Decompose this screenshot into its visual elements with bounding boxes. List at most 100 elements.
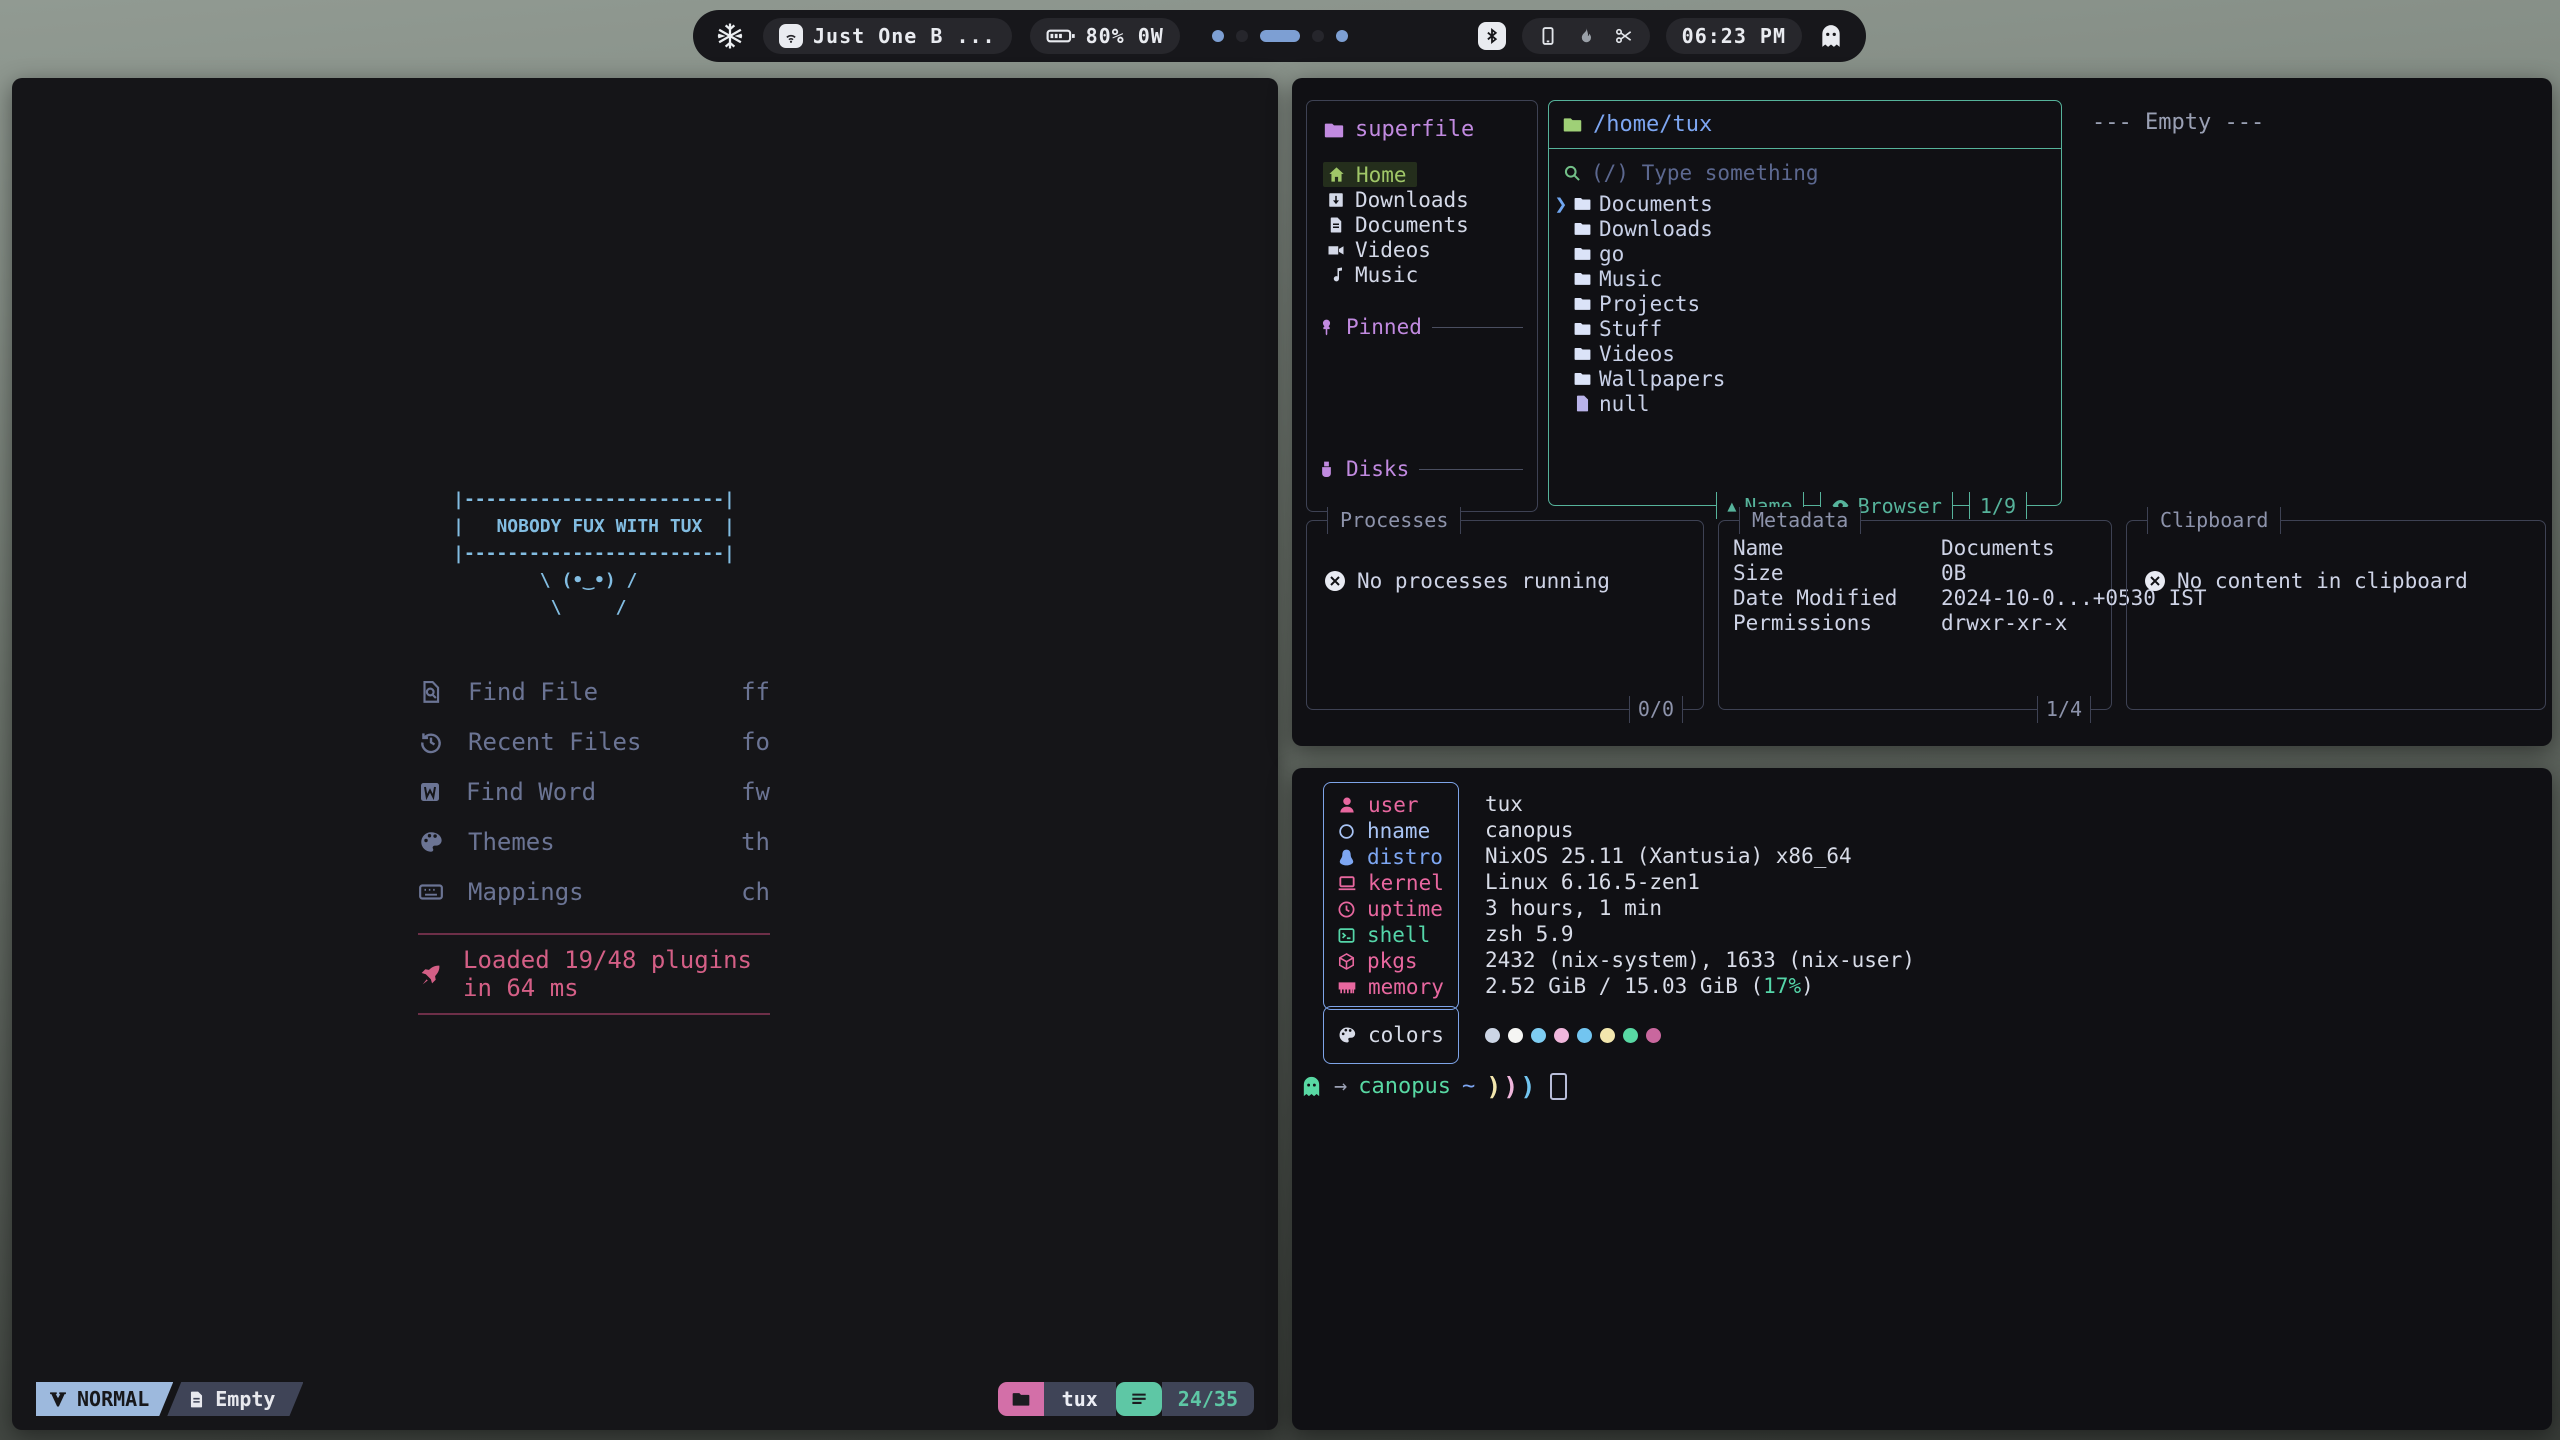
shell-prompt[interactable]: → canopus ~ ) ) ) (1300, 1072, 1567, 1101)
sidebar-item-home[interactable]: Home (1323, 162, 1417, 187)
file-row[interactable]: ❯ Music (1549, 266, 2061, 291)
nixos-logo-icon[interactable] (715, 21, 745, 51)
pinned-section-header: Pinned (1317, 315, 1523, 339)
search-bar[interactable]: (/) Type something (1549, 149, 2061, 191)
sidebar-item-downloads[interactable]: Downloads (1323, 187, 1479, 212)
file-name: null (1599, 392, 1650, 416)
file-row[interactable]: ❯ Downloads (1549, 216, 2061, 241)
file-row[interactable]: ❯ Videos (1549, 341, 2061, 366)
menu-item-recent-files[interactable]: Recent Files fo (418, 717, 770, 767)
terminal-color-palette (1485, 1028, 1661, 1043)
palette-icon (1337, 1025, 1357, 1045)
find-file-icon (418, 679, 444, 705)
menu-item-find-file[interactable]: Find File ff (418, 667, 770, 717)
clipboard-panel: Clipboard No content in clipboard (2126, 520, 2546, 710)
file-row[interactable]: ❯ Stuff (1549, 316, 2061, 341)
prompt-chevron: ) (1486, 1072, 1501, 1101)
folder-icon (1573, 294, 1592, 313)
lines-icon (1116, 1382, 1162, 1416)
file-icon (187, 1390, 206, 1409)
file-row[interactable]: ❯ Projects (1549, 291, 2061, 316)
fetch-value: NixOS 25.11 (Xantusia) x86_64 (1485, 843, 1915, 869)
ghost-icon[interactable] (1818, 23, 1844, 49)
menu-item-themes[interactable]: Themes th (418, 817, 770, 867)
palette-dot (1531, 1028, 1546, 1043)
menu-label: Find Word (466, 778, 596, 806)
sidebar-item-documents[interactable]: Documents (1323, 212, 1479, 237)
file-name: Downloads (1599, 217, 1713, 241)
media-widget[interactable]: Just One B ... (763, 18, 1012, 54)
menu-shortcut: ch (741, 878, 770, 906)
file-row[interactable]: ❯ Documents (1549, 191, 2061, 216)
prompt-hostname: canopus (1358, 1074, 1451, 1099)
menu-label: Mappings (468, 878, 584, 906)
terminal-cursor (1550, 1073, 1567, 1100)
menu-label: Themes (468, 828, 555, 856)
mappings-icon (418, 879, 444, 905)
statusline-file: Empty (167, 1382, 303, 1416)
sidebar-item-music[interactable]: Music (1323, 262, 1428, 287)
palette-dot (1600, 1028, 1615, 1043)
music-note-icon (1327, 266, 1345, 284)
sort-arrow-icon: ▲ (1727, 497, 1736, 515)
menu-item-mappings[interactable]: Mappings ch (418, 867, 770, 917)
statusline-left: NORMAL Empty (36, 1382, 303, 1416)
folder-icon (1573, 194, 1592, 213)
clipboard-empty-message: No content in clipboard (2177, 569, 2468, 593)
metadata-row: Date Modified 2024-10-0...+0530 IST (1733, 585, 2097, 610)
file-row[interactable]: ❯ go (1549, 241, 2061, 266)
folder-icon (1573, 319, 1592, 338)
fetch-row-uptime: uptime (1324, 896, 1458, 922)
metadata-label: Permissions (1733, 611, 1941, 635)
pin-icon (1317, 318, 1336, 337)
fetch-row-pkgs: pkgs (1324, 948, 1458, 974)
metadata-label: Size (1733, 561, 1941, 585)
fastfetch-terminal-window: user hname distro kernel uptime shell pk… (1292, 768, 2552, 1430)
sidebar-item-videos[interactable]: Videos (1323, 237, 1441, 262)
file-browser-panel: /home/tux (/) Type something ❯ Documents… (1548, 100, 2062, 506)
penguin-icon (1337, 848, 1356, 867)
file-icon (1573, 394, 1592, 413)
scissors-icon[interactable] (1614, 26, 1634, 46)
metadata-row: Name Documents (1733, 535, 2097, 560)
themes-icon (418, 829, 444, 855)
metadata-label: Date Modified (1733, 586, 1941, 610)
fetch-row-hname: hname (1324, 818, 1458, 844)
battery-widget[interactable]: 80% 0W (1030, 18, 1180, 54)
metadata-counter: 1/4 (2037, 696, 2091, 723)
menu-item-find-word[interactable]: Find Word fw (418, 767, 770, 817)
fetch-value: zsh 5.9 (1485, 921, 1915, 947)
workspace-dot[interactable] (1312, 30, 1324, 42)
file-name: Music (1599, 267, 1662, 291)
search-icon (1562, 163, 1582, 183)
workspace-dot[interactable] (1212, 30, 1224, 42)
current-path: /home/tux (1593, 112, 1712, 137)
metadata-value: drwxr-xr-x (1941, 611, 2067, 635)
prompt-path: ~ (1462, 1074, 1475, 1099)
file-row[interactable]: ❯ Wallpapers (1549, 366, 2061, 391)
download-icon (1327, 191, 1345, 209)
bluetooth-button[interactable] (1478, 22, 1506, 50)
workspace-dot[interactable] (1260, 30, 1300, 42)
folder-icon (1573, 369, 1592, 388)
clock-widget[interactable]: 06:23 PM (1666, 18, 1802, 54)
file-name: Documents (1599, 192, 1713, 216)
fetch-value: tux (1485, 791, 1915, 817)
file-list: ❯ Documents ❯ Downloads ❯ go (1549, 191, 2061, 416)
superfile-window: superfile Home Downloads Documents Video… (1292, 78, 2552, 746)
system-tray (1522, 18, 1650, 54)
menu-shortcut: th (741, 828, 770, 856)
clock-icon (1337, 900, 1356, 919)
film-icon (1327, 241, 1345, 259)
file-row[interactable]: ❯ null (1549, 391, 2061, 416)
fetch-value: Linux 6.16.5-zen1 (1485, 869, 1915, 895)
folder-icon (998, 1382, 1044, 1416)
workspace-dot[interactable] (1336, 30, 1348, 42)
prompt-arrow: → (1334, 1074, 1347, 1099)
workspace-dot[interactable] (1236, 30, 1248, 42)
flame-icon[interactable] (1576, 26, 1596, 46)
palette-dot (1623, 1028, 1638, 1043)
phone-icon[interactable] (1538, 26, 1558, 46)
battery-label: 80% 0W (1086, 24, 1164, 48)
recent-files-icon (418, 729, 444, 755)
